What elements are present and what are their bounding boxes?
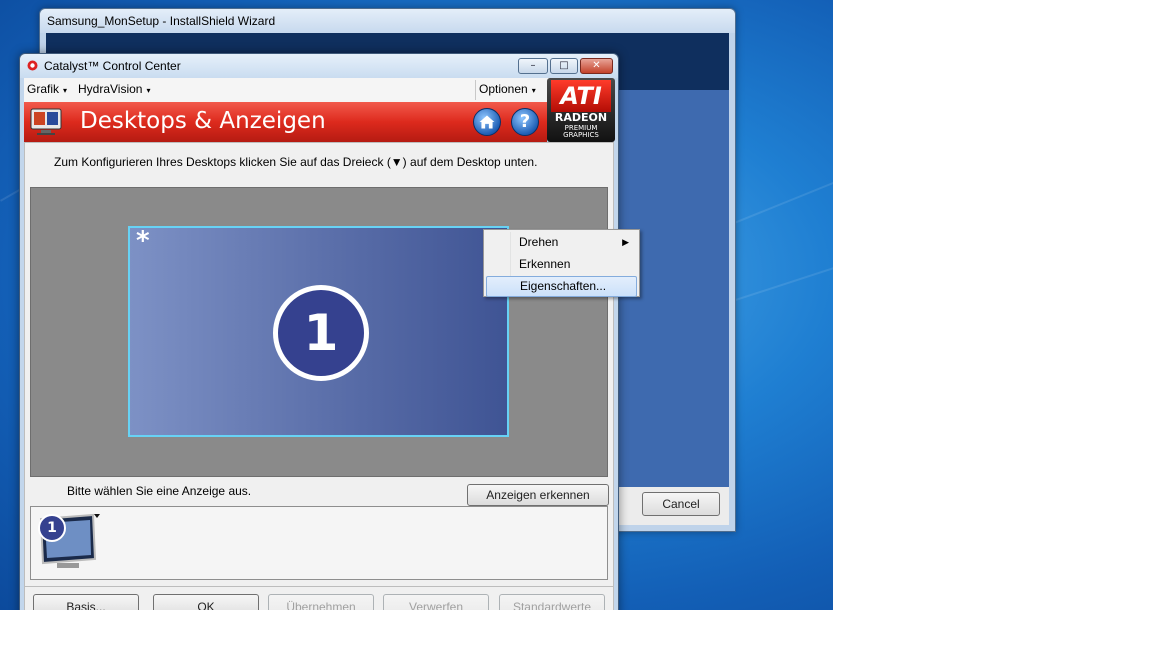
radeon-logo-text: RADEON bbox=[554, 111, 608, 124]
minimize-button[interactable]: – bbox=[518, 58, 548, 74]
context-menu-item-drehen[interactable]: Drehen ▶ bbox=[486, 232, 637, 253]
apply-button[interactable]: Übernehmen bbox=[268, 594, 374, 610]
catalyst-app-icon bbox=[27, 60, 38, 71]
select-display-label: Bitte wählen Sie eine Anzeige aus. bbox=[67, 484, 252, 498]
graphics-label: GRAPHICS bbox=[563, 131, 599, 139]
ati-radeon-logo: ATI RADEON PREMIUM GRAPHICS bbox=[547, 78, 615, 142]
page-banner: Desktops & Anzeigen ? bbox=[24, 102, 547, 142]
help-button[interactable]: ? bbox=[511, 108, 539, 136]
minimize-icon: – bbox=[530, 60, 536, 71]
submenu-arrow-icon: ▶ bbox=[622, 237, 629, 247]
basis-button[interactable]: Basis... bbox=[33, 594, 139, 610]
chevron-down-icon: ▾ bbox=[531, 86, 536, 95]
menu-hydravision[interactable]: HydraVision ▾ bbox=[78, 82, 151, 96]
page-title: Desktops & Anzeigen bbox=[80, 108, 326, 134]
home-button[interactable] bbox=[473, 108, 501, 136]
divider bbox=[25, 586, 613, 587]
windows-desktop: Samsung_MonSetup - InstallShield Wizard … bbox=[0, 0, 833, 610]
desktops-displays-icon bbox=[30, 108, 62, 135]
display-thumbnails: 1 bbox=[30, 506, 608, 580]
context-menu: Drehen ▶ Erkennen Eigenschaften... bbox=[483, 229, 640, 297]
ati-logo-text: ATI bbox=[551, 80, 611, 112]
help-icon: ? bbox=[519, 111, 531, 132]
catalyst-titlebar[interactable]: Catalyst™ Control Center – □ ✕ bbox=[20, 54, 618, 78]
menu-grafik[interactable]: Grafik ▾ bbox=[27, 82, 67, 96]
cancel-button[interactable]: Cancel bbox=[642, 492, 720, 516]
context-menu-item-label: Drehen bbox=[519, 235, 559, 249]
close-button[interactable]: ✕ bbox=[580, 58, 613, 74]
window-title: Catalyst™ Control Center bbox=[44, 59, 181, 73]
main-content: Zum Konfigurieren Ihres Desktops klicken… bbox=[24, 142, 614, 610]
context-menu-item-eigenschaften[interactable]: Eigenschaften... bbox=[486, 276, 637, 297]
menu-hydravision-label: HydraVision bbox=[78, 82, 143, 96]
catalyst-window: Catalyst™ Control Center – □ ✕ Grafik ▾ H… bbox=[19, 53, 619, 610]
context-menu-item-label: Erkennen bbox=[519, 257, 571, 271]
monitor-number-badge: 1 bbox=[273, 285, 369, 381]
premium-graphics-text: PREMIUM GRAPHICS bbox=[547, 125, 615, 139]
chevron-down-icon: ▾ bbox=[63, 86, 68, 95]
menu-optionen[interactable]: Optionen ▾ bbox=[479, 82, 536, 96]
ok-button[interactable]: OK bbox=[153, 594, 259, 610]
installshield-title[interactable]: Samsung_MonSetup - InstallShield Wizard bbox=[40, 9, 735, 33]
desktop-monitor-1[interactable]: * 1 bbox=[128, 226, 509, 437]
maximize-icon: □ bbox=[559, 60, 569, 71]
menu-bar: Grafik ▾ HydraVision ▾ Optionen ▾ bbox=[24, 78, 549, 103]
context-menu-item-label: Eigenschaften... bbox=[520, 279, 607, 293]
discard-button[interactable]: Verwerfen bbox=[383, 594, 489, 610]
detect-displays-button[interactable]: Anzeigen erkennen bbox=[467, 484, 609, 506]
context-menu-item-erkennen[interactable]: Erkennen bbox=[486, 254, 637, 275]
primary-display-marker: * bbox=[136, 226, 150, 256]
instruction-text: Zum Konfigurieren Ihres Desktops klicken… bbox=[54, 155, 538, 169]
defaults-button[interactable]: Standardwerte bbox=[499, 594, 605, 610]
menu-optionen-label: Optionen bbox=[479, 82, 528, 96]
menu-divider bbox=[475, 80, 476, 100]
home-icon bbox=[479, 115, 495, 129]
thumbnail-number-badge: 1 bbox=[38, 514, 66, 542]
menu-grafik-label: Grafik bbox=[27, 82, 60, 96]
chevron-down-icon: ▾ bbox=[146, 86, 151, 95]
maximize-button[interactable]: □ bbox=[550, 58, 578, 74]
close-icon: ✕ bbox=[592, 60, 601, 71]
display-thumbnail-1[interactable]: 1 bbox=[37, 511, 101, 573]
